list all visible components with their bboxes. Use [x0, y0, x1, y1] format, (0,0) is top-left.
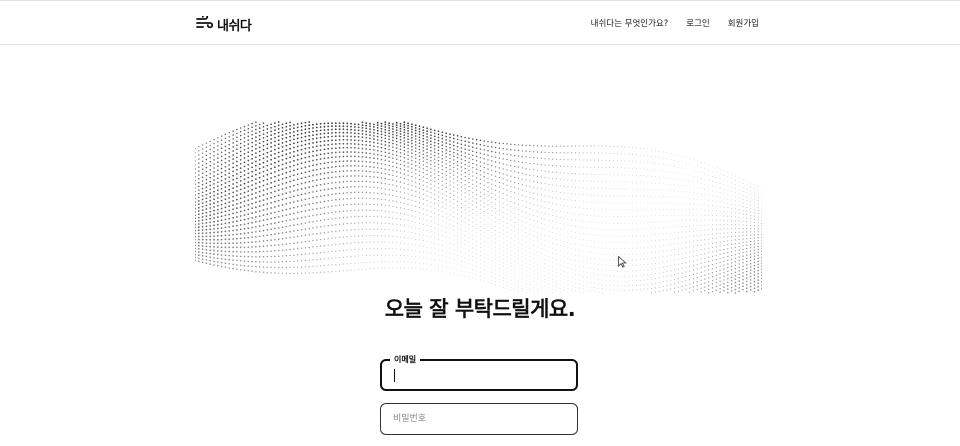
password-field-container [380, 403, 578, 435]
email-field-container: 이메일 [380, 354, 578, 391]
text-caret [394, 369, 395, 382]
nav-link-about[interactable]: 내쉬다는 무엇인가요? [591, 17, 669, 29]
nav-link-signup[interactable]: 회원가입 [728, 17, 759, 29]
mouse-pointer-icon [618, 253, 627, 272]
email-input[interactable] [382, 361, 576, 389]
particle-wave-illustration [194, 120, 763, 295]
email-label: 이메일 [390, 354, 421, 365]
logo[interactable]: 내쉬다 [196, 13, 252, 34]
page-headline: 오늘 잘 부탁드릴게요. [384, 297, 576, 321]
password-input[interactable] [381, 404, 577, 434]
logo-text: 내쉬다 [217, 18, 252, 34]
wind-icon [196, 13, 214, 34]
nav-link-login[interactable]: 로그인 [686, 17, 709, 29]
main-nav: 내쉬다는 무엇인가요? 로그인 회원가입 [591, 17, 759, 29]
top-navigation-bar: 내쉬다 내쉬다는 무엇인가요? 로그인 회원가입 [0, 0, 960, 45]
